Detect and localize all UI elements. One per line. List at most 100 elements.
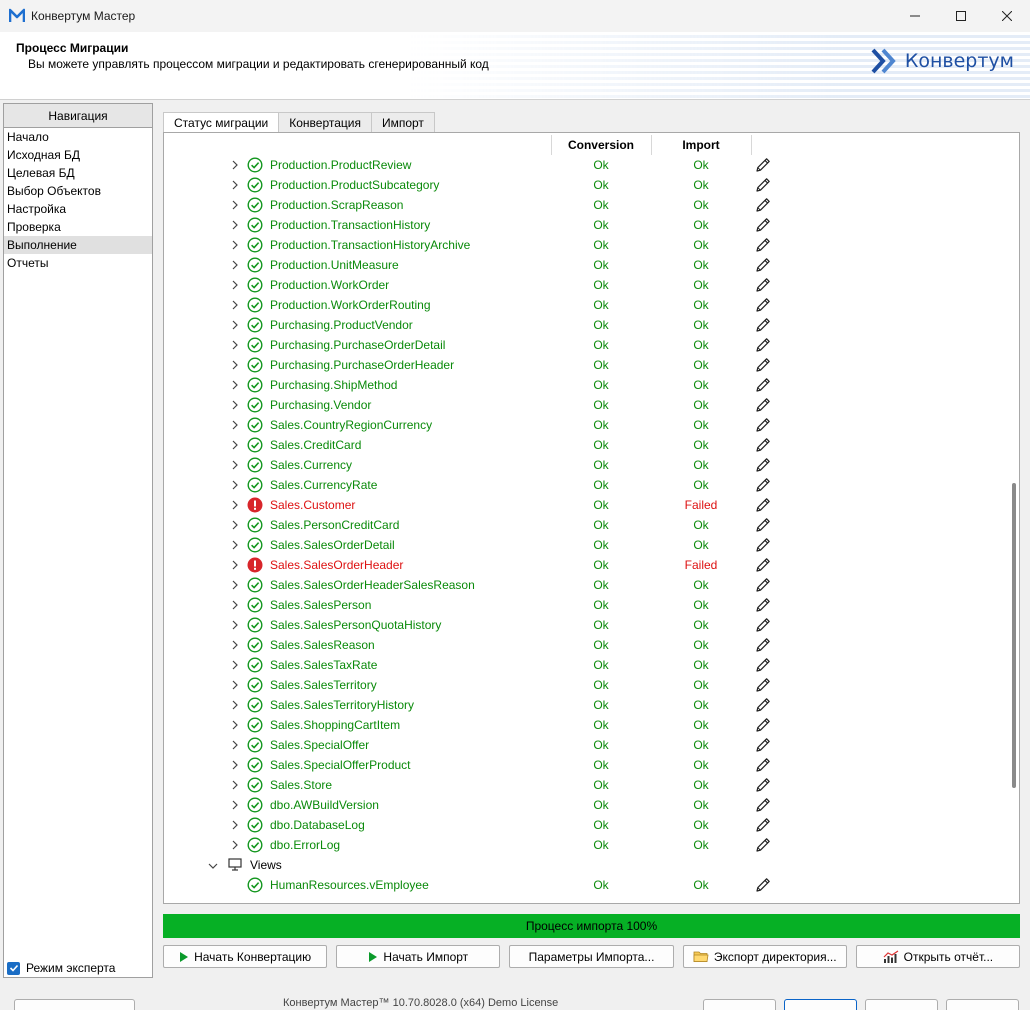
- object-name[interactable]: Purchasing.ShipMethod: [270, 378, 397, 392]
- chevron-right-icon[interactable]: [229, 279, 241, 291]
- column-header-import[interactable]: Import: [651, 133, 751, 157]
- edit-pencil-icon[interactable]: [754, 376, 772, 394]
- chevron-right-icon[interactable]: [229, 799, 241, 811]
- export-directory-button[interactable]: Экспорт директория...: [682, 945, 847, 968]
- edit-pencil-icon[interactable]: [754, 156, 772, 174]
- table-row[interactable]: Sales.SalesReason Ok Ok: [164, 635, 1004, 655]
- cancel-button[interactable]: [865, 999, 938, 1010]
- table-row[interactable]: Sales.SpecialOffer Ok Ok: [164, 735, 1004, 755]
- object-name[interactable]: Sales.Customer: [270, 498, 355, 512]
- object-name[interactable]: Sales.SalesTerritoryHistory: [270, 698, 414, 712]
- object-name[interactable]: Production.WorkOrderRouting: [270, 298, 431, 312]
- chevron-right-icon[interactable]: [229, 619, 241, 631]
- object-name[interactable]: dbo.ErrorLog: [270, 838, 340, 852]
- chevron-right-icon[interactable]: [229, 319, 241, 331]
- open-report-button[interactable]: Открыть отчёт...: [855, 945, 1021, 968]
- edit-pencil-icon[interactable]: [754, 436, 772, 454]
- chevron-right-icon[interactable]: [229, 839, 241, 851]
- object-name[interactable]: Production.TransactionHistory: [270, 218, 430, 232]
- chevron-right-icon[interactable]: [229, 779, 241, 791]
- chevron-right-icon[interactable]: [229, 539, 241, 551]
- edit-pencil-icon[interactable]: [754, 696, 772, 714]
- chevron-right-icon[interactable]: [229, 699, 241, 711]
- vertical-scrollbar[interactable]: [1012, 483, 1016, 788]
- edit-pencil-icon[interactable]: [754, 536, 772, 554]
- chevron-right-icon[interactable]: [229, 559, 241, 571]
- chevron-right-icon[interactable]: [229, 179, 241, 191]
- nav-item[interactable]: Настройка: [4, 200, 152, 218]
- table-row[interactable]: Purchasing.PurchaseOrderDetail Ok Ok: [164, 335, 1004, 355]
- close-button[interactable]: [984, 0, 1030, 32]
- table-row[interactable]: Purchasing.ProductVendor Ok Ok: [164, 315, 1004, 335]
- edit-pencil-icon[interactable]: [754, 516, 772, 534]
- chevron-right-icon[interactable]: [229, 579, 241, 591]
- edit-pencil-icon[interactable]: [754, 396, 772, 414]
- edit-pencil-icon[interactable]: [754, 496, 772, 514]
- table-row[interactable]: Sales.SalesTerritory Ok Ok: [164, 675, 1004, 695]
- object-name[interactable]: Sales.SalesTerritory: [270, 678, 377, 692]
- chevron-right-icon[interactable]: [229, 679, 241, 691]
- edit-pencil-icon[interactable]: [754, 616, 772, 634]
- nav-item[interactable]: Целевая БД: [4, 164, 152, 182]
- table-row[interactable]: Sales.Currency Ok Ok: [164, 455, 1004, 475]
- chevron-right-icon[interactable]: [229, 159, 241, 171]
- edit-pencil-icon[interactable]: [754, 356, 772, 374]
- tab-import[interactable]: Импорт: [370, 112, 435, 133]
- chevron-right-icon[interactable]: [229, 639, 241, 651]
- chevron-right-icon[interactable]: [229, 739, 241, 751]
- start-conversion-button[interactable]: Начать Конвертацию: [163, 945, 328, 968]
- chevron-right-icon[interactable]: [229, 219, 241, 231]
- object-name[interactable]: Purchasing.PurchaseOrderHeader: [270, 358, 454, 372]
- chevron-right-icon[interactable]: [229, 339, 241, 351]
- minimize-button[interactable]: [892, 0, 938, 32]
- edit-pencil-icon[interactable]: [754, 196, 772, 214]
- chevron-right-icon[interactable]: [229, 199, 241, 211]
- object-name[interactable]: Sales.CountryRegionCurrency: [270, 418, 432, 432]
- back-button[interactable]: [703, 999, 776, 1010]
- table-row[interactable]: Purchasing.Vendor Ok Ok: [164, 395, 1004, 415]
- table-row[interactable]: dbo.AWBuildVersion Ok Ok: [164, 795, 1004, 815]
- nav-item[interactable]: Отчеты: [4, 254, 152, 272]
- object-name[interactable]: Sales.SpecialOfferProduct: [270, 758, 411, 772]
- object-name[interactable]: Purchasing.ProductVendor: [270, 318, 413, 332]
- edit-pencil-icon[interactable]: [754, 316, 772, 334]
- chevron-right-icon[interactable]: [229, 299, 241, 311]
- object-name[interactable]: Sales.SalesPerson: [270, 598, 371, 612]
- object-name[interactable]: Sales.SalesTaxRate: [270, 658, 377, 672]
- table-row[interactable]: Sales.ShoppingCartItem Ok Ok: [164, 715, 1004, 735]
- chevron-right-icon[interactable]: [229, 499, 241, 511]
- table-row[interactable]: Sales.CurrencyRate Ok Ok: [164, 475, 1004, 495]
- object-name[interactable]: Sales.SalesReason: [270, 638, 375, 652]
- table-row[interactable]: Sales.SalesOrderHeader Ok Failed: [164, 555, 1004, 575]
- table-row[interactable]: Sales.Customer Ok Failed: [164, 495, 1004, 515]
- edit-pencil-icon[interactable]: [754, 876, 772, 894]
- object-name[interactable]: Sales.SalesOrderHeaderSalesReason: [270, 578, 475, 592]
- object-name[interactable]: HumanResources.vEmployee: [270, 878, 429, 892]
- edit-pencil-icon[interactable]: [754, 736, 772, 754]
- table-row[interactable]: Production.ProductReview Ok Ok: [164, 155, 1004, 175]
- chevron-right-icon[interactable]: [229, 439, 241, 451]
- object-name[interactable]: dbo.DatabaseLog: [270, 818, 365, 832]
- edit-pencil-icon[interactable]: [754, 776, 772, 794]
- table-row[interactable]: dbo.ErrorLog Ok Ok: [164, 835, 1004, 855]
- tree-group-views[interactable]: Views: [164, 855, 1004, 875]
- chevron-right-icon[interactable]: [229, 259, 241, 271]
- edit-pencil-icon[interactable]: [754, 576, 772, 594]
- object-name[interactable]: Sales.PersonCreditCard: [270, 518, 399, 532]
- expert-mode-checkbox[interactable]: [7, 961, 20, 975]
- object-name[interactable]: Sales.Store: [270, 778, 332, 792]
- column-header-conversion[interactable]: Conversion: [551, 133, 651, 157]
- object-name[interactable]: Sales.CurrencyRate: [270, 478, 377, 492]
- table-row[interactable]: Sales.SpecialOfferProduct Ok Ok: [164, 755, 1004, 775]
- object-name[interactable]: Purchasing.Vendor: [270, 398, 371, 412]
- edit-pencil-icon[interactable]: [754, 276, 772, 294]
- table-row[interactable]: Production.TransactionHistoryArchive Ok Ok: [164, 235, 1004, 255]
- table-row[interactable]: Production.TransactionHistory Ok Ok: [164, 215, 1004, 235]
- object-name[interactable]: Sales.ShoppingCartItem: [270, 718, 400, 732]
- object-name[interactable]: Production.ProductSubcategory: [270, 178, 439, 192]
- edit-pencil-icon[interactable]: [754, 216, 772, 234]
- table-row[interactable]: Production.ProductSubcategory Ok Ok: [164, 175, 1004, 195]
- chevron-right-icon[interactable]: [229, 359, 241, 371]
- table-row[interactable]: Production.WorkOrder Ok Ok: [164, 275, 1004, 295]
- edit-pencil-icon[interactable]: [754, 656, 772, 674]
